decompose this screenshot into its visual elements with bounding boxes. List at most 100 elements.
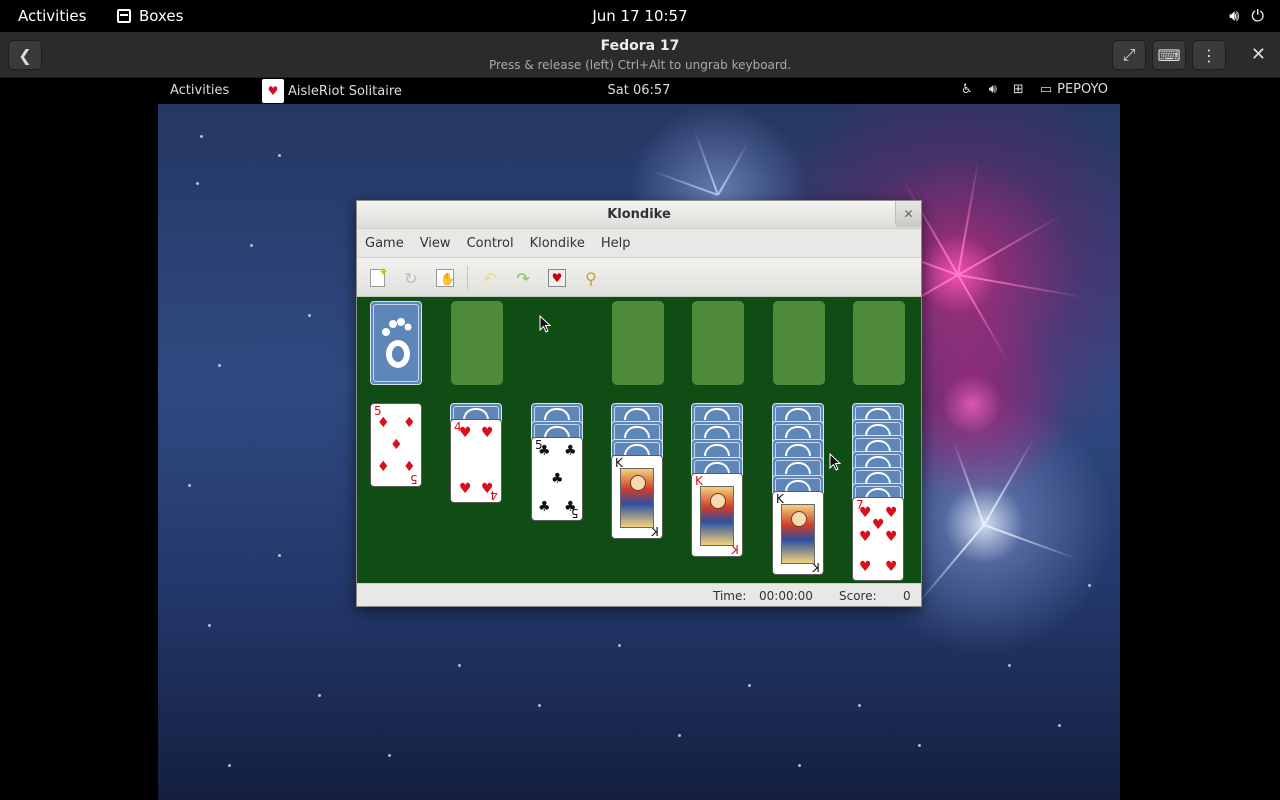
guest-clock[interactable]: Sat 06:57 — [608, 83, 671, 98]
card-suit: ♦ — [377, 459, 390, 475]
boxes-app-icon — [117, 9, 131, 23]
window-title: Klondike — [607, 207, 671, 222]
card-suit: ♦ — [377, 415, 390, 431]
time-value: 00:00:00 — [759, 589, 813, 603]
guest-system-tray[interactable]: ♿ 🔊︎ ⊞ ▭ PEPOYO — [961, 82, 1108, 97]
card-suit: ♥ — [859, 505, 872, 521]
host-clock[interactable]: Jun 17 10:57 — [592, 7, 687, 25]
card-suit: ♣ — [551, 471, 564, 487]
hint-icon[interactable]: ⚲ — [580, 267, 602, 289]
klondike-window: Klondike ✕ Game View Control Klondike He… — [356, 200, 922, 607]
keyboard-grab-hint: Press & release (left) Ctrl+Alt to ungra… — [488, 58, 792, 72]
card-suit: ♦ — [403, 459, 416, 475]
card-suit: ♥ — [885, 505, 898, 521]
host-app-menu[interactable]: Boxes — [117, 7, 183, 25]
menu-help[interactable]: Help — [593, 236, 639, 251]
tableau-card[interactable]: 5 5 ♣ ♣ ♣ ♣ ♣ — [531, 437, 583, 521]
close-icon: ✕ — [903, 207, 914, 221]
guest-app-name: AisleRiot Solitaire — [288, 83, 402, 99]
mouse-cursor-icon — [539, 315, 552, 333]
guest-app-menu[interactable]: ♥ AisleRiot Solitaire — [262, 79, 402, 103]
network-icon[interactable]: ⊞ — [1013, 82, 1024, 97]
new-game-icon[interactable]: ✦ — [366, 265, 389, 289]
host-activities-button[interactable]: Activities — [18, 7, 86, 25]
king-face-image — [781, 504, 815, 564]
accessibility-icon[interactable]: ♿ — [961, 82, 973, 97]
card-suit: ♣ — [538, 443, 551, 459]
boxes-header-bar: ❮ Fedora 17 Press & release (left) Ctrl+… — [0, 32, 1280, 78]
chat-status-icon: ▭ — [1039, 82, 1053, 97]
keyboard-icon: ⌨ — [1157, 45, 1181, 65]
menu-view[interactable]: View — [412, 236, 459, 251]
menu-klondike[interactable]: Klondike — [522, 236, 593, 251]
card-table[interactable]: 5 5 ♦ ♦ ♦ ♦ ♦ 4 4 ♥ ♥ ♥ ♥ 5 5 ♣ ♣ ♣ ♣ ♣ … — [357, 297, 921, 583]
card-suit: ♣ — [538, 499, 551, 515]
foundation-slot[interactable] — [773, 301, 825, 385]
card-suit: ♥ — [459, 425, 472, 441]
tableau-card[interactable]: K K — [611, 455, 663, 539]
card-suit: ♥ — [481, 481, 494, 497]
restart-icon[interactable]: ↻ — [400, 267, 422, 289]
fullscreen-icon: ⤢ — [1122, 45, 1136, 64]
waste-slot[interactable] — [451, 301, 503, 385]
guest-top-bar: Activities ♥ AisleRiot Solitaire Sat 06:… — [158, 78, 1120, 104]
vm-title: Fedora 17 — [600, 38, 680, 54]
mouse-cursor-icon — [829, 453, 842, 471]
score-label: Score: — [839, 589, 877, 603]
host-top-bar: Activities Boxes Jun 17 10:57 🔊︎ ⏻ — [0, 0, 1280, 32]
card-suit: ♣ — [564, 443, 577, 459]
guest-display[interactable]: Activities ♥ AisleRiot Solitaire Sat 06:… — [158, 78, 1120, 800]
guest-activities-button[interactable]: Activities — [170, 83, 229, 98]
king-face-image — [620, 468, 654, 528]
menu-bar: Game View Control Klondike Help — [357, 229, 921, 257]
card-app-icon: ♥ — [262, 79, 284, 103]
score-value: 0 — [903, 589, 911, 603]
time-label: Time: — [713, 589, 747, 603]
volume-icon[interactable]: 🔊︎ — [989, 82, 997, 97]
close-icon: ✕ — [1250, 44, 1266, 65]
user-name: PEPOYO — [1057, 82, 1108, 97]
stock-pile[interactable] — [370, 301, 422, 385]
card-suit: ♦ — [403, 415, 416, 431]
select-game-icon[interactable]: ✋ — [434, 267, 456, 289]
card-suit: ♥ — [885, 559, 898, 575]
menu-game[interactable]: Game — [357, 236, 412, 251]
keyboard-button[interactable]: ⌨ — [1152, 40, 1186, 70]
menu-button[interactable]: ⋮ — [1192, 40, 1226, 70]
tableau-card[interactable]: K K — [691, 473, 743, 557]
card-suit: ♣ — [564, 499, 577, 515]
card-suit: ♥ — [859, 559, 872, 575]
toolbar-separator — [467, 266, 468, 290]
card-suit: ♦ — [390, 437, 403, 453]
toolbar: ✦ ↻ ✋ ↶ ↷ ♥ ⚲ — [357, 257, 921, 297]
card-suit: ♥ — [859, 529, 872, 545]
window-titlebar[interactable]: Klondike ✕ — [357, 201, 921, 229]
card-suit: ♥ — [481, 425, 494, 441]
card-suit: ♥ — [459, 481, 472, 497]
king-face-image — [700, 486, 734, 546]
tableau-card[interactable]: 5 5 ♦ ♦ ♦ ♦ ♦ — [370, 403, 422, 487]
tableau-card[interactable]: 7 ♥ ♥ ♥ ♥ ♥ ♥ ♥ — [852, 497, 904, 581]
power-icon[interactable]: ⏻ — [1251, 6, 1264, 26]
undo-icon[interactable]: ↶ — [479, 267, 501, 289]
foundation-slot[interactable] — [853, 301, 905, 385]
tableau-card[interactable]: K K — [772, 491, 824, 575]
foundation-slot[interactable] — [612, 301, 664, 385]
redo-icon[interactable]: ↷ — [512, 267, 534, 289]
foundation-slot[interactable] — [692, 301, 744, 385]
status-bar: Time: 00:00:00 Score: 0 — [357, 583, 921, 606]
gnome-foot-icon — [380, 314, 414, 372]
close-button[interactable]: ✕ — [1251, 44, 1266, 65]
host-app-name: Boxes — [139, 7, 184, 25]
kebab-menu-icon: ⋮ — [1201, 45, 1217, 65]
card-suit: ♥ — [885, 529, 898, 545]
window-close-button[interactable]: ✕ — [895, 201, 921, 227]
deal-icon[interactable]: ♥ — [546, 267, 568, 289]
user-menu[interactable]: ▭ PEPOYO — [1040, 82, 1108, 97]
fullscreen-button[interactable]: ⤢ — [1112, 40, 1146, 70]
tableau-card[interactable]: 4 4 ♥ ♥ ♥ ♥ — [450, 419, 502, 503]
host-system-tray[interactable]: 🔊︎ ⏻ — [1229, 6, 1264, 26]
card-suit: ♥ — [872, 517, 885, 533]
volume-icon[interactable]: 🔊︎ — [1229, 6, 1239, 26]
menu-control[interactable]: Control — [459, 236, 522, 251]
